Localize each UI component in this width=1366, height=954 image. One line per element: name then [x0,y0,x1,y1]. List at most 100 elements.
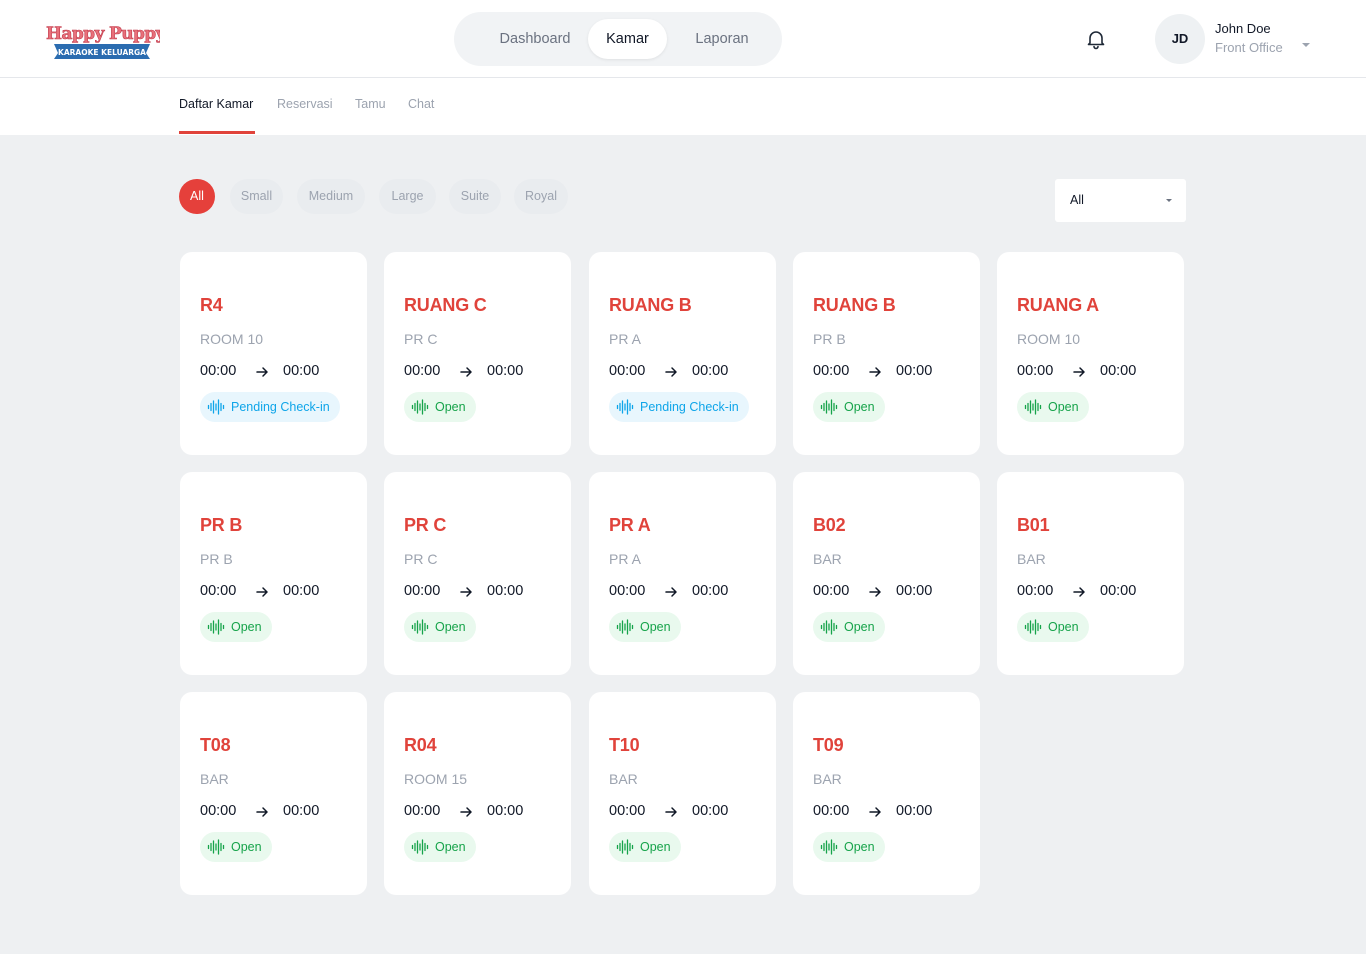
start-time: 00:00 [813,363,850,379]
start-time: 00:00 [609,803,646,819]
audio-wave-icon [411,619,429,635]
room-card[interactable]: PR B PR B 00:00 00:00 Open [180,472,367,675]
room-card[interactable]: PR C PR C 00:00 00:00 Open [384,472,571,675]
start-time: 00:00 [404,803,441,819]
nav-laporan[interactable]: Laporan [680,19,764,59]
room-type: BAR [813,771,842,787]
end-time: 00:00 [896,363,933,379]
status-text: Open [231,840,262,854]
status-badge: Open [1017,612,1089,642]
room-code: R4 [200,295,223,315]
status-badge: Open [609,612,681,642]
room-type: BAR [813,551,842,567]
end-time: 00:00 [487,363,524,379]
user-name: John Doe [1215,21,1271,36]
filter-chip-medium[interactable]: Medium [297,179,365,214]
user-menu-chevron-down-icon[interactable] [1300,36,1312,47]
status-text: Open [435,840,466,854]
filter-chip-royal[interactable]: Royal [514,179,568,214]
arrow-right-icon [1073,367,1085,377]
notification-bell-icon[interactable] [1084,27,1108,51]
room-card[interactable]: T08 BAR 00:00 00:00 Open [180,692,367,895]
room-code: PR B [200,515,243,535]
room-code: RUANG B [813,295,896,315]
end-time: 00:00 [283,363,320,379]
room-card[interactable]: T10 BAR 00:00 00:00 Open [589,692,776,895]
status-badge: Open [1017,392,1089,422]
start-time: 00:00 [200,583,237,599]
status-text: Open [640,620,671,634]
sub-tabs: Daftar Kamar Reservasi Tamu Chat [0,78,1366,135]
status-filter-select[interactable]: All [1055,179,1186,222]
audio-wave-icon [820,839,838,855]
nav-dashboard[interactable]: Dashboard [474,19,596,59]
start-time: 00:00 [1017,583,1054,599]
end-time: 00:00 [1100,583,1137,599]
room-card[interactable]: B01 BAR 00:00 00:00 Open [997,472,1184,675]
filter-chip-suite[interactable]: Suite [449,179,501,214]
end-time: 00:00 [283,803,320,819]
room-code: PR A [609,515,651,535]
room-code: RUANG C [404,295,487,315]
tab-chat[interactable]: Chat [408,97,434,135]
happy-puppy-logo[interactable]: Happy Puppy KARAOKE KELUARGA [44,22,160,60]
room-card[interactable]: PR A PR A 00:00 00:00 Open [589,472,776,675]
status-badge: Open [813,612,885,642]
filter-chip-all[interactable]: All [179,179,215,214]
tab-daftar-kamar[interactable]: Daftar Kamar [179,97,253,135]
status-badge: Open [404,612,476,642]
audio-wave-icon [1024,399,1042,415]
audio-wave-icon [616,839,634,855]
room-code: T10 [609,735,640,755]
room-type: PR B [200,551,233,567]
start-time: 00:00 [813,803,850,819]
chevron-down-icon [1166,199,1172,202]
audio-wave-icon [820,619,838,635]
arrow-right-icon [1073,587,1085,597]
audio-wave-icon [207,399,225,415]
end-time: 00:00 [692,803,729,819]
arrow-right-icon [869,587,881,597]
start-time: 00:00 [404,583,441,599]
status-badge: Pending Check-in [609,392,749,422]
svg-text:Happy Puppy: Happy Puppy [46,24,160,44]
arrow-right-icon [869,807,881,817]
room-card[interactable]: B02 BAR 00:00 00:00 Open [793,472,980,675]
room-type: BAR [1017,551,1046,567]
room-type: ROOM 10 [200,331,264,347]
room-card[interactable]: RUANG A ROOM 10 00:00 00:00 Open [997,252,1184,455]
user-avatar[interactable]: JD [1155,14,1205,64]
audio-wave-icon [820,399,838,415]
top-header: Happy Puppy KARAOKE KELUARGA Dashboard K… [0,0,1366,78]
room-card[interactable]: RUANG B PR B 00:00 00:00 Open [793,252,980,455]
room-card[interactable]: RUANG B PR A 00:00 00:00 Pending Check-i… [589,252,776,455]
arrow-right-icon [869,367,881,377]
arrow-right-icon [460,807,472,817]
room-card[interactable]: R04 ROOM 15 00:00 00:00 Open [384,692,571,895]
filter-chip-large[interactable]: Large [379,179,436,214]
start-time: 00:00 [813,583,850,599]
room-card[interactable]: T09 BAR 00:00 00:00 Open [793,692,980,895]
status-badge: Open [404,392,476,422]
room-card[interactable]: R4 ROOM 10 00:00 00:00 Pending Check-in [180,252,367,455]
status-text: Open [1048,620,1079,634]
room-card[interactable]: RUANG C PR C 00:00 00:00 Open [384,252,571,455]
status-text: Open [640,840,671,854]
status-text: Open [435,400,466,414]
room-type: PR B [813,331,846,347]
end-time: 00:00 [896,803,933,819]
filter-chip-small[interactable]: Small [230,179,283,214]
status-badge: Pending Check-in [200,392,340,422]
room-code: RUANG A [1017,295,1099,315]
svg-text:KARAOKE KELUARGA: KARAOKE KELUARGA [58,48,146,57]
audio-wave-icon [616,619,634,635]
end-time: 00:00 [896,583,933,599]
tab-tamu[interactable]: Tamu [355,97,386,135]
nav-kamar[interactable]: Kamar [588,19,667,59]
status-text: Open [844,840,875,854]
arrow-right-icon [256,587,268,597]
user-role: Front Office [1215,40,1283,55]
room-type: ROOM 15 [404,771,468,787]
start-time: 00:00 [200,363,237,379]
tab-reservasi[interactable]: Reservasi [277,97,333,135]
